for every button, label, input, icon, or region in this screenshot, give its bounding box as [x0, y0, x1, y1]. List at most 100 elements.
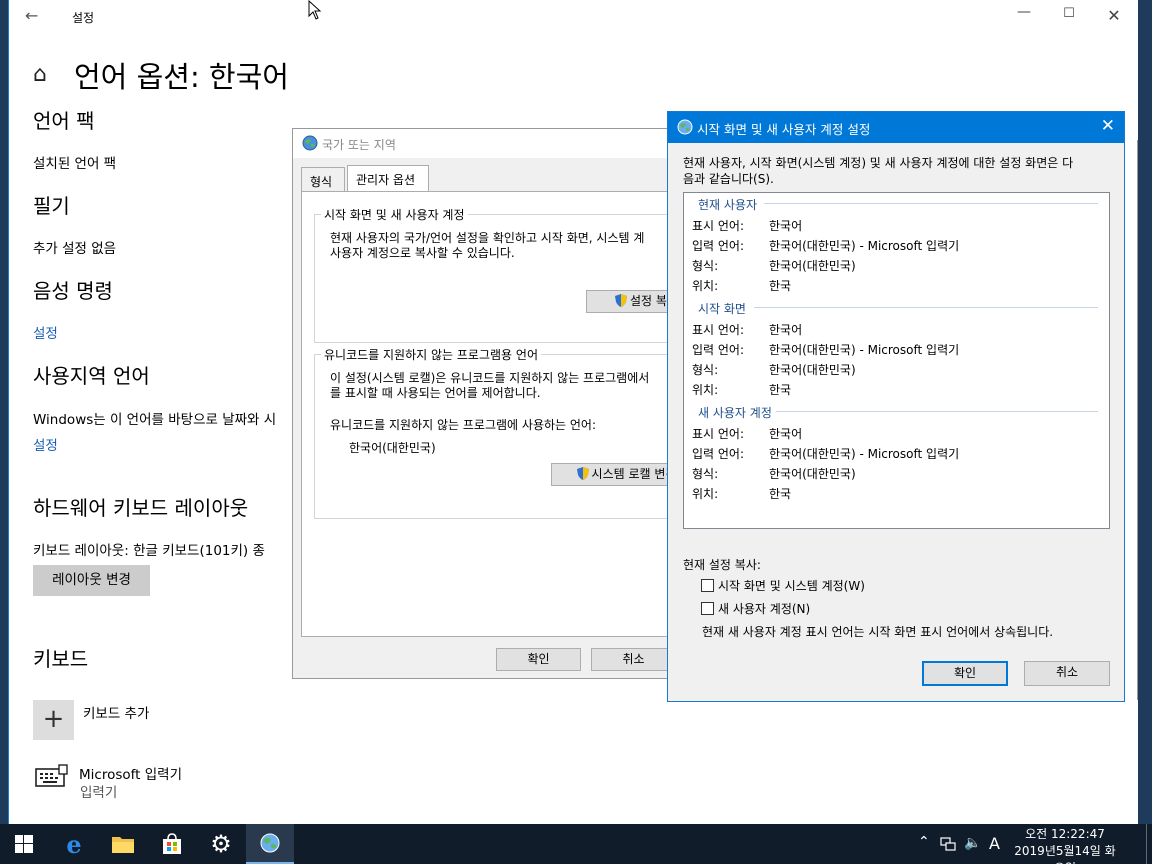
home-icon[interactable]: ⌂: [33, 62, 47, 87]
nonunicode-group: 유니코드를 지원하지 않는 프로그램용 언어 이 설정(시스템 로캘)은 유니코…: [314, 346, 681, 519]
handwriting-status: 추가 설정 없음: [33, 241, 117, 257]
settings-titlebar: ← 설정 — ☐ ✕: [9, 0, 1138, 32]
regional-description: Windows는 이 언어를 바탕으로 날짜와 시: [33, 412, 277, 428]
region-dialog: 국가 또는 지역 형식 관리자 옵션 시작 화면 및 새 사용자 계정 현재 사…: [292, 128, 682, 679]
clock[interactable]: 오전 12:22:47 2019년5월14일 화요일: [1010, 826, 1120, 864]
welcome-intro-line-1: 현재 사용자, 시작 화면(시스템 계정) 및 새 사용자 계정에 대한 설정 …: [683, 156, 1074, 170]
row-label: 위치:: [692, 487, 719, 501]
current-locale-label: 유니코드를 지원하지 않는 프로그램에 사용하는 언어:: [330, 418, 596, 432]
change-locale-button[interactable]: 시스템 로캘 변경: [551, 463, 681, 486]
section-divider: [776, 411, 1098, 412]
copy-settings-label: 현재 설정 복사:: [683, 558, 761, 572]
region-ok-button[interactable]: 확인: [496, 648, 581, 671]
ime-name[interactable]: Microsoft 입력기: [79, 763, 182, 783]
settings-summary-box[interactable]: 현재 사용자 표시 언어: 한국어 입력 언어: 한국어(대한민국) - Mic…: [683, 192, 1110, 529]
windows-logo-icon: [15, 835, 33, 853]
show-desktop-button[interactable]: [1146, 824, 1147, 864]
row-value: 한국어(대한민국) - Microsoft 입력기: [769, 239, 960, 253]
mouse-cursor-icon: [308, 0, 322, 20]
row-value: 한국: [769, 383, 792, 397]
row-label: 위치:: [692, 279, 719, 293]
store-button[interactable]: [148, 824, 196, 864]
tab-administrative[interactable]: 관리자 옵션: [347, 165, 429, 192]
change-layout-button[interactable]: 레이아웃 변경: [33, 565, 150, 596]
row-label: 표시 언어:: [692, 219, 745, 233]
start-button[interactable]: [0, 824, 48, 864]
speech-heading: 음성 명령: [33, 279, 113, 303]
welcome-checkbox[interactable]: [701, 579, 714, 592]
clock-time: 오전 12:22:47: [1025, 827, 1105, 841]
edge-icon: e: [66, 829, 82, 859]
scrollbar[interactable]: [1137, 140, 1138, 700]
close-icon[interactable]: ✕: [1101, 116, 1115, 136]
language-pack-status: 설치된 언어 팩: [33, 156, 117, 172]
nonunicode-group-legend: 유니코드를 지원하지 않는 프로그램용 언어: [321, 346, 541, 363]
volume-icon[interactable]: 🔈: [964, 835, 981, 851]
row-value: 한국어: [769, 219, 803, 233]
inheritance-note: 현재 새 사용자 계정 표시 언어는 시작 화면 표시 언어에서 상속됩니다.: [702, 625, 1054, 639]
store-bag-icon: [163, 833, 181, 854]
section-new-user: 새 사용자 계정: [698, 406, 772, 420]
tab-formats[interactable]: 형식: [301, 167, 345, 191]
welcome-checkbox-label[interactable]: 시작 화면 및 시스템 계정(W): [718, 577, 865, 594]
row-label: 형식:: [692, 363, 719, 377]
close-button[interactable]: ✕: [1099, 6, 1129, 25]
maximize-button[interactable]: ☐: [1054, 6, 1084, 21]
folder-icon: [112, 837, 134, 853]
region-titlebar: 국가 또는 지역: [293, 129, 681, 158]
uac-shield-icon: [576, 467, 589, 480]
administrative-panel: 시작 화면 및 새 사용자 계정 현재 사용자의 국가/언어 설정을 확인하고 …: [301, 191, 681, 637]
welcome-intro-line-2: 음과 같습니다(S).: [683, 172, 774, 186]
row-value: 한국어: [769, 427, 803, 441]
region-taskbar-button[interactable]: [246, 824, 294, 864]
ime-type: 입력기: [80, 785, 118, 801]
edge-button[interactable]: e: [50, 824, 98, 864]
handwriting-heading: 필기: [33, 194, 70, 218]
current-locale-value: 한국어(대한민국): [349, 441, 436, 455]
keyboards-heading: 키보드: [33, 647, 89, 671]
change-locale-label: 시스템 로캘 변경: [591, 467, 677, 481]
new-user-checkbox-label[interactable]: 새 사용자 계정(N): [718, 600, 810, 617]
new-user-checkbox[interactable]: [701, 602, 714, 615]
back-arrow-icon[interactable]: ←: [25, 6, 38, 25]
row-value: 한국어(대한민국): [769, 363, 856, 377]
file-explorer-button[interactable]: [99, 824, 147, 864]
clock-date: 2019년5월14일 화요일: [1014, 844, 1116, 864]
language-pack-heading: 언어 팩: [33, 109, 95, 133]
row-value: 한국어(대한민국): [769, 259, 856, 273]
globe-icon: [260, 833, 280, 853]
row-value: 한국어(대한민국): [769, 467, 856, 481]
section-welcome-screen: 시작 화면: [698, 302, 746, 316]
add-keyboard-label[interactable]: 키보드 추가: [83, 702, 149, 722]
region-cancel-button[interactable]: 취소: [591, 648, 676, 671]
settings-taskbar-button[interactable]: ⚙: [197, 824, 245, 864]
welcome-dialog-title: 시작 화면 및 새 사용자 계정 설정: [697, 122, 871, 137]
regional-settings-link[interactable]: 설정: [33, 434, 58, 454]
page-title: 언어 옵션: 한국어: [74, 60, 289, 94]
add-keyboard-plus-icon[interactable]: +: [33, 700, 74, 740]
row-label: 입력 언어:: [692, 343, 745, 357]
welcome-cancel-button[interactable]: 취소: [1024, 661, 1110, 686]
row-label: 입력 언어:: [692, 239, 745, 253]
region-title: 국가 또는 지역: [322, 138, 396, 152]
regional-heading: 사용지역 언어: [33, 364, 150, 388]
row-value: 한국: [769, 487, 792, 501]
nonunicode-text-1: 이 설정(시스템 로캘)은 유니코드를 지원하지 않는 프로그램에서: [330, 371, 650, 385]
welcome-intro: 현재 사용자, 시작 화면(시스템 계정) 및 새 사용자 계정에 대한 설정 …: [683, 155, 1113, 187]
globe-icon: [677, 119, 693, 135]
row-label: 위치:: [692, 383, 719, 397]
welcome-group-legend: 시작 화면 및 새 사용자 계정: [321, 206, 468, 223]
nonunicode-text-2: 를 표시할 때 사용되는 언어를 제어합니다.: [330, 386, 541, 400]
ime-indicator[interactable]: A: [989, 834, 1000, 853]
row-value: 한국: [769, 279, 792, 293]
show-hidden-icons-chevron-icon[interactable]: ⌃: [918, 834, 930, 850]
welcome-ok-button[interactable]: 확인: [922, 661, 1008, 686]
hardware-keyboard-heading: 하드웨어 키보드 레이아웃: [33, 496, 249, 520]
row-value: 한국어(대한민국) - Microsoft 입력기: [769, 343, 960, 357]
welcome-group: 시작 화면 및 새 사용자 계정 현재 사용자의 국가/언어 설정을 확인하고 …: [314, 206, 681, 343]
minimize-button[interactable]: —: [1009, 4, 1039, 20]
taskbar: e ⚙ ⌃ 🔈 A 오전 12:22:47 2019년5월14일 화요일: [0, 824, 1152, 864]
network-icon[interactable]: [940, 837, 956, 851]
speech-settings-link[interactable]: 설정: [33, 322, 58, 342]
section-current-user: 현재 사용자: [698, 198, 758, 212]
